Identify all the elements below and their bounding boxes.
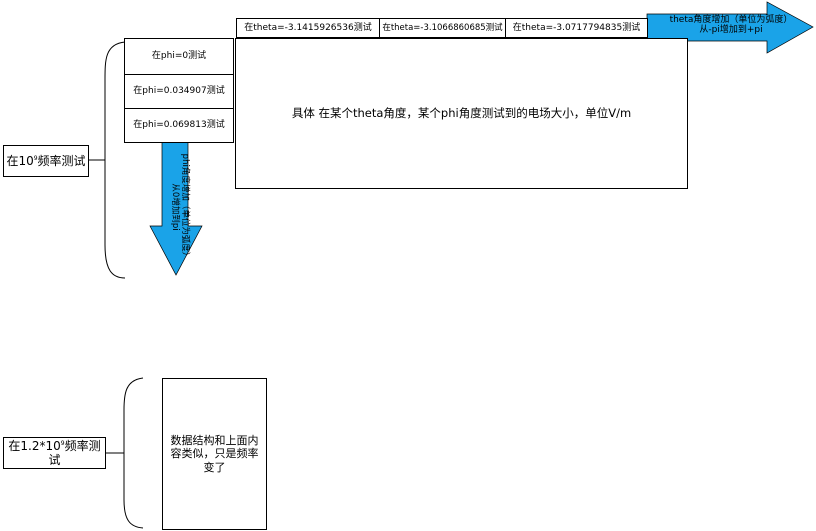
freq-label-2: 在1.2*109频率测试 [8, 438, 101, 467]
theta-col-1: 在theta=-3.1415926536测试 [236, 18, 380, 38]
freq-box-1: 在109频率测试 [3, 145, 89, 177]
phi-row-1: 在phi=0测试 [124, 38, 234, 75]
phi-row-2: 在phi=0.034907测试 [124, 74, 234, 109]
main-data-box: 具体 在某个theta角度，某个phi角度测试到的电场大小，单位V/m [235, 38, 688, 189]
bottom-brace [123, 377, 144, 529]
theta-col-2: 在theta=-3.1066860685测试 [379, 18, 506, 38]
top-brace [104, 41, 126, 279]
phi-arrow-label: phi角度增加（单位为弧度） 从0增加到pi [170, 153, 190, 261]
note-box: 数据结构和上面内容类似，只是频率变了 [162, 378, 267, 530]
theta-arrow-label: theta角度增加（单位为弧度） 从-pi增加到+pi [669, 15, 793, 36]
freq-label-1: 在109频率测试 [6, 153, 86, 168]
phi-row-3: 在phi=0.069813测试 [124, 108, 234, 143]
theta-col-3: 在theta=-3.0717794835测试 [505, 18, 648, 38]
freq-box-2: 在1.2*109频率测试 [3, 437, 106, 469]
